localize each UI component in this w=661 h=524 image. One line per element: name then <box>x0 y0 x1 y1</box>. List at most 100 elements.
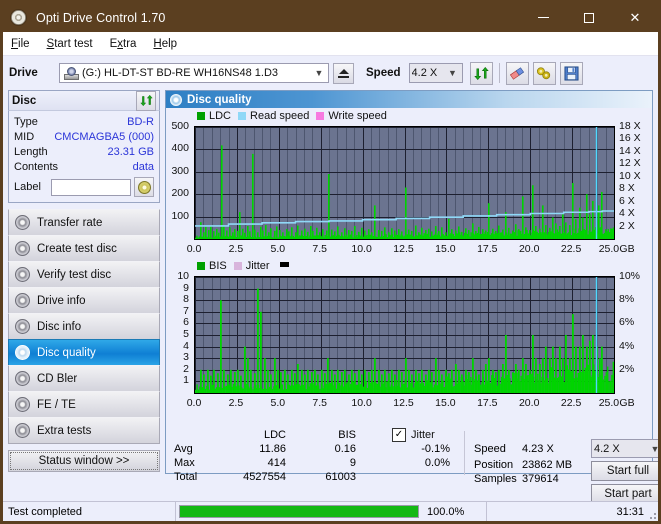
menu-help[interactable]: Help <box>153 38 177 50</box>
drive-label: Drive <box>9 67 38 79</box>
tools-icon[interactable] <box>532 61 556 85</box>
sidebar-item-disc-info[interactable]: Disc info <box>8 313 160 340</box>
sidebar: Disc Type BD-R MID CMCMAGBA5 (000) Lengt… <box>8 90 160 474</box>
menu-file[interactable]: File <box>11 38 30 50</box>
position-readout-label: Position <box>474 459 514 471</box>
jitter-header: ✓ Jitter <box>392 428 435 442</box>
disc-field-length-label: Length <box>14 145 48 158</box>
toolbar-divider <box>498 63 500 83</box>
main-body: Disc Type BD-R MID CMCMAGBA5 (000) Lengt… <box>3 90 658 504</box>
y2-tick-label: 8% <box>619 293 635 306</box>
stats-col-bis: BIS <box>338 429 356 441</box>
status-window-button[interactable]: Status window >> <box>8 450 160 472</box>
disc-field-contents: Contents data <box>14 159 154 174</box>
ldc-y2-axis: 2 X4 X6 X8 X 10 X 12 X 14 X 16 X 18 X <box>616 120 652 240</box>
ldc-y-axis: 100 200 300 400 500 <box>166 120 192 240</box>
app-window: Opti Drive Control 1.70 ✕ File Start tes… <box>0 0 661 524</box>
bis-chart: BIS Jitter 1 2 3 4 5 6 7 8 9 10 2% 4% 6% 8% 10% 0.0 2.… <box>166 260 652 410</box>
start-full-button[interactable]: Start full <box>591 461 658 481</box>
jitter-checkbox[interactable]: ✓ <box>392 428 406 442</box>
speed-select[interactable]: 4.2 X ▼ <box>408 63 463 83</box>
x-tick-label: 17.5 <box>477 397 498 409</box>
y2-tick-label: 6% <box>619 316 635 329</box>
y2-tick-label: 2% <box>619 362 635 375</box>
close-icon[interactable]: ✕ <box>612 3 658 32</box>
result-speed-select[interactable]: 4.2 X ▼ <box>591 439 658 458</box>
y-tick-label: 100 <box>171 209 189 222</box>
disc-icon <box>15 293 30 308</box>
bis-plot-area <box>194 276 615 394</box>
disc-panel-header: Disc <box>8 90 160 111</box>
y-tick-label: 9 <box>183 281 189 294</box>
y-tick-label: 3 <box>183 351 189 364</box>
y-tick-label: 8 <box>183 293 189 306</box>
speed-label: Speed <box>366 67 401 79</box>
sidebar-item-extra-tests[interactable]: Extra tests <box>8 417 160 444</box>
x-tick-label: 7.5 <box>312 397 327 409</box>
y2-tick-label: 8 X <box>619 182 635 195</box>
y2-tick-label: 10% <box>619 270 641 282</box>
sidebar-item-label: Transfer rate <box>37 216 103 229</box>
y-tick-label: 400 <box>171 142 189 155</box>
status-message: Test completed <box>8 505 82 518</box>
page-title: Disc quality <box>187 93 252 106</box>
disc-field-mid-value: CMCMAGBA5 (000) <box>54 130 154 143</box>
disc-field-contents-value: data <box>132 160 154 173</box>
app-disc-icon <box>10 9 27 26</box>
disc-label-button[interactable] <box>134 177 154 197</box>
sidebar-item-label: Create test disc <box>37 242 117 255</box>
stats-max-bis: 9 <box>349 457 356 469</box>
result-speed-value: 4.2 X <box>594 442 620 455</box>
y-tick-label: 10 <box>177 270 189 282</box>
y-tick-label: 500 <box>171 120 189 132</box>
eject-button[interactable] <box>333 62 354 84</box>
refresh-icon[interactable] <box>469 61 493 85</box>
ldc-chart: LDC Read speed Write speed 100 200 300 400 5… <box>166 108 652 258</box>
disc-refresh-icon[interactable] <box>136 90 156 111</box>
disc-label-input[interactable] <box>51 178 131 196</box>
ldc-x-axis: 0.0 2.5 5.0 7.5 10.0 12.5 15.0 17.5 20.0 22.5 25.0… <box>187 242 635 256</box>
eraser-glyph-icon <box>509 66 525 80</box>
disc-icon <box>15 345 30 360</box>
bis-y2-axis: 2% 4% 6% 8% 10% <box>616 270 652 394</box>
sidebar-item-fe-te[interactable]: FE / TE <box>8 391 160 418</box>
sidebar-item-cd-bler[interactable]: CD Bler <box>8 365 160 392</box>
x-tick-label: 5.0 <box>270 243 286 255</box>
legend-swatch-bis <box>197 262 205 270</box>
stats-divider <box>464 431 465 475</box>
drive-select[interactable]: (G:) HL-DT-ST BD-RE WH16NS48 1.D3 ▼ <box>59 63 329 83</box>
sidebar-item-create-test-disc[interactable]: Create test disc <box>8 235 160 262</box>
sidebar-item-label: Extra tests <box>37 424 92 437</box>
speed-readout-value: 4.23 X <box>522 443 554 455</box>
sidebar-item-disc-quality[interactable]: Disc quality <box>8 339 160 366</box>
position-readout-value: 23862 MB <box>522 459 573 471</box>
minimize-button[interactable] <box>520 3 566 32</box>
disc-icon <box>15 267 30 282</box>
legend-label-write-speed: Write speed <box>328 110 387 122</box>
samples-readout-value: 379614 <box>522 473 559 485</box>
legend-label-bis: BIS <box>209 260 227 272</box>
stats-avg-ldc: 11.86 <box>259 443 286 455</box>
y2-tick-label: 2 X <box>619 219 635 232</box>
menu-extra[interactable]: Extra <box>110 38 137 50</box>
menu-start-test[interactable]: Start test <box>47 38 93 50</box>
sidebar-item-transfer-rate[interactable]: Transfer rate <box>8 209 160 236</box>
x-tick-label: 25.0 <box>598 397 620 409</box>
y-tick-label: 2 <box>183 362 189 375</box>
maximize-button[interactable] <box>566 3 612 32</box>
resize-grip[interactable] <box>646 509 656 519</box>
sidebar-item-drive-info[interactable]: Drive info <box>8 287 160 314</box>
y2-tick-label: 4% <box>619 339 635 352</box>
stats-row-label-avg: Avg <box>174 443 193 455</box>
progress-percent: 100.0% <box>427 505 465 518</box>
disc-icon <box>15 319 30 334</box>
sidebar-item-verify-test-disc[interactable]: Verify test disc <box>8 261 160 288</box>
chevron-down-icon: ▼ <box>314 68 324 78</box>
disc-field-type: Type BD-R <box>14 114 154 129</box>
eraser-icon[interactable] <box>505 61 529 85</box>
y2-tick-label: 10 X <box>619 169 641 182</box>
stats-avg-jitter: -0.1% <box>421 443 450 455</box>
floppy-save-icon <box>563 65 579 81</box>
save-icon[interactable] <box>559 61 583 85</box>
x-tick-label: 12.5 <box>393 243 414 255</box>
